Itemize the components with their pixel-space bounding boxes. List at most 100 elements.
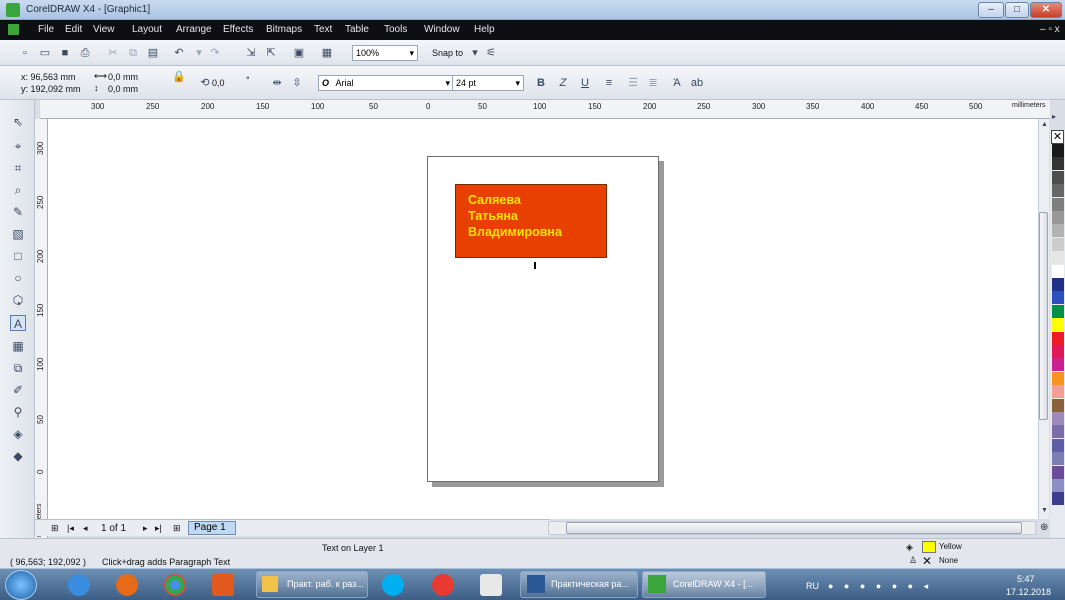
color-swatch[interactable] [1052, 251, 1064, 265]
new-document-icon[interactable]: ▫ [18, 46, 32, 60]
menu-file[interactable]: File [38, 24, 54, 35]
snap-to-dropdown[interactable]: Snap to [432, 48, 463, 58]
color-swatch[interactable] [1052, 184, 1064, 198]
skype-icon[interactable] [382, 574, 404, 596]
maximize-button[interactable]: □ [1005, 2, 1029, 18]
page-tab[interactable]: Page 1 [188, 521, 236, 535]
scroll-down-icon[interactable]: ▼ [1041, 507, 1048, 514]
redo-icon[interactable]: ↷ [208, 46, 222, 60]
color-swatch[interactable] [1052, 237, 1064, 251]
rectangle-tool-icon[interactable]: □ [10, 248, 26, 264]
rotation-angle-field[interactable]: 0,0 [212, 78, 225, 88]
print-icon[interactable]: ⎙ [78, 46, 92, 60]
color-swatch[interactable] [1052, 492, 1064, 506]
color-swatch[interactable] [1052, 144, 1064, 157]
shape-tool-icon[interactable]: ⌖ [10, 138, 26, 154]
text-tool-icon[interactable]: A [10, 315, 26, 331]
font-size-select[interactable]: 24 pt ▾ [452, 75, 524, 91]
mdi-controls[interactable]: – ▫ x [1040, 24, 1060, 35]
smart-fill-tool-icon[interactable]: ▧ [10, 226, 26, 242]
mirror-horizontal-icon[interactable]: ⇹ [270, 76, 284, 90]
font-list-select[interactable]: O Arial ▾ [318, 75, 454, 91]
last-page-icon[interactable]: ▸| [155, 523, 162, 534]
eyedropper-tool-icon[interactable]: ✐ [10, 382, 26, 398]
color-swatch[interactable] [1052, 452, 1064, 466]
tray-icons[interactable]: ● ● ● ● ● ● ◂ [828, 581, 932, 592]
color-swatch[interactable] [1052, 170, 1064, 184]
menu-table[interactable]: Table [345, 24, 369, 35]
color-swatch[interactable] [1052, 398, 1064, 412]
width-field[interactable]: 0,0 mm [108, 72, 138, 82]
freehand-tool-icon[interactable]: ✎ [10, 204, 26, 220]
crop-tool-icon[interactable]: ⌗ [10, 160, 26, 176]
cut-icon[interactable]: ✂ [106, 46, 120, 60]
character-formatting-icon[interactable]: Ά [670, 76, 684, 90]
scroll-up-icon[interactable]: ▲ [1041, 121, 1048, 128]
outline-tool-icon[interactable]: ⚲ [10, 404, 26, 420]
menu-window[interactable]: Window [424, 24, 460, 35]
welcome-screen-icon[interactable]: ▦ [320, 46, 334, 60]
add-page-icon[interactable]: ⊞ [51, 523, 59, 534]
color-swatch[interactable] [1052, 465, 1064, 479]
menu-arrange[interactable]: Arrange [176, 24, 212, 35]
previous-page-icon[interactable]: ◂ [83, 523, 88, 534]
basic-shapes-tool-icon[interactable]: ◔ [10, 296, 26, 312]
undo-dropdown-icon[interactable]: ▾ [192, 46, 206, 60]
drop-cap-icon[interactable]: ≣ [646, 76, 660, 90]
color-swatch[interactable] [1052, 224, 1064, 238]
fill-color-swatch[interactable] [922, 541, 936, 553]
color-swatch[interactable] [1052, 304, 1064, 318]
table-tool-icon[interactable]: ▦ [10, 338, 26, 354]
menu-help[interactable]: Help [474, 24, 495, 35]
menu-text[interactable]: Text [314, 24, 332, 35]
vertical-ruler[interactable]: 300 250 200 150 100 50 0 millimeters [35, 119, 48, 539]
undo-icon[interactable]: ↶ [172, 46, 186, 60]
text-rectangle[interactable]: Саляева Татьяна Владимировна [455, 184, 607, 258]
first-page-icon[interactable]: |◂ [67, 523, 74, 534]
x-position-field[interactable]: x: 96,563 mm [21, 72, 76, 82]
zoom-navigator-icon[interactable]: ⊕ [1040, 522, 1048, 533]
horizontal-scroll-thumb[interactable] [566, 522, 1022, 534]
y-position-field[interactable]: y: 192,092 mm [21, 84, 81, 94]
menu-edit[interactable]: Edit [65, 24, 82, 35]
color-swatch[interactable] [1052, 345, 1064, 358]
edit-text-icon[interactable]: ab [690, 76, 704, 90]
fill-tool-icon[interactable]: ◈ [10, 426, 26, 442]
interactive-fill-tool-icon[interactable]: ◆ [10, 448, 26, 464]
color-swatch[interactable] [1052, 412, 1064, 425]
copy-icon[interactable]: ⧉ [126, 46, 140, 60]
next-page-icon[interactable]: ▸ [143, 523, 148, 534]
yandex-icon[interactable] [480, 574, 502, 596]
internet-explorer-icon[interactable] [68, 574, 90, 596]
clock-time[interactable]: 5:47 [1017, 574, 1035, 584]
minimize-button[interactable]: – [978, 2, 1004, 18]
add-page-after-icon[interactable]: ⊞ [173, 523, 181, 534]
bold-icon[interactable]: B [534, 76, 548, 90]
options-icon[interactable]: ⚟ [484, 46, 498, 60]
color-swatch[interactable] [1052, 331, 1064, 345]
outlook-icon[interactable] [212, 574, 234, 596]
lock-ratio-icon[interactable]: 🔒 [172, 70, 186, 84]
color-swatch[interactable] [1052, 157, 1064, 171]
zoom-tool-icon[interactable]: ⌕ [10, 182, 26, 198]
text-line-surname[interactable]: Саляева [468, 193, 521, 207]
color-swatch[interactable] [1052, 479, 1064, 492]
zoom-level-select[interactable]: 100% ▾ [352, 45, 418, 61]
text-line-patronymic[interactable]: Владимировна [468, 225, 562, 239]
color-swatch[interactable] [1052, 385, 1064, 399]
blend-tool-icon[interactable]: ⧉ [10, 360, 26, 376]
horizontal-ruler[interactable]: 300 250 200 150 100 50 0 50 100 150 200 … [40, 100, 1050, 119]
ellipse-tool-icon[interactable]: ○ [10, 270, 26, 286]
menu-effects[interactable]: Effects [223, 24, 253, 35]
align-icon[interactable]: ≡ [602, 76, 616, 90]
underline-icon[interactable]: U [578, 76, 592, 90]
clock-date[interactable]: 17.12.2018 [1006, 587, 1051, 597]
pick-tool-icon[interactable]: ⇖ [10, 114, 26, 130]
height-field[interactable]: 0,0 mm [108, 84, 138, 94]
italic-icon[interactable]: Z [556, 76, 570, 90]
yandex-browser-icon[interactable] [432, 574, 454, 596]
color-swatch[interactable] [1052, 278, 1064, 291]
menu-view[interactable]: View [93, 24, 115, 35]
menu-layout[interactable]: Layout [132, 24, 162, 35]
color-swatch[interactable] [1052, 197, 1064, 211]
